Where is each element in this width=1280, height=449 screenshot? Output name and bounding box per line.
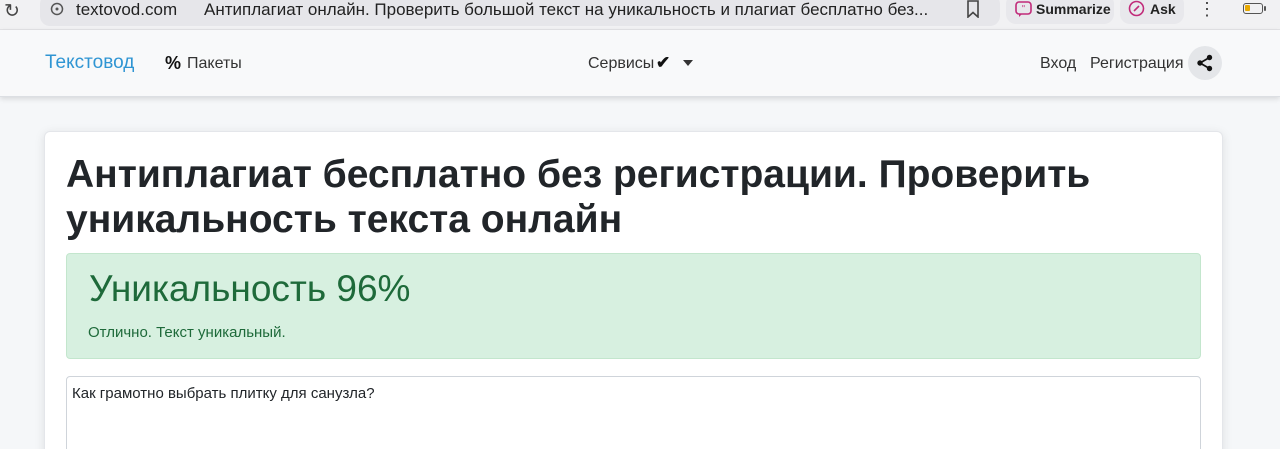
- page-heading: Антиплагиат бесплатно без регистрации. П…: [66, 153, 1091, 241]
- share-icon: [1197, 54, 1213, 72]
- url-domain[interactable]: textovod.com: [76, 0, 177, 20]
- caret-down-icon[interactable]: [683, 60, 693, 66]
- svg-text:": ": [1022, 4, 1026, 13]
- battery-icon: [1243, 3, 1263, 14]
- text-input-value[interactable]: Как грамотно выбрать плитку для санузла?: [72, 385, 375, 403]
- uniqueness-score: Уникальность 96%: [89, 268, 411, 309]
- register-link[interactable]: Регистрация: [1090, 54, 1184, 74]
- summarize-label[interactable]: Summarize: [1036, 0, 1111, 18]
- lock-icon[interactable]: [50, 2, 64, 16]
- bookmark-icon[interactable]: [966, 0, 980, 18]
- packages-link[interactable]: Пакеты: [187, 54, 242, 74]
- tab-page-title: Антиплагиат онлайн. Проверить большой те…: [204, 0, 929, 19]
- ask-label[interactable]: Ask: [1150, 0, 1176, 18]
- login-link[interactable]: Вход: [1040, 54, 1076, 74]
- battery-tip: [1264, 6, 1266, 11]
- share-button[interactable]: [1188, 46, 1222, 80]
- ask-icon: [1128, 0, 1145, 17]
- summarize-icon: ": [1015, 1, 1032, 17]
- services-dropdown[interactable]: Сервисы: [588, 54, 654, 74]
- percent-icon[interactable]: %: [165, 53, 181, 73]
- check-icon[interactable]: ✔: [656, 53, 670, 73]
- brand-logo-link[interactable]: Текстовод: [45, 52, 134, 74]
- reload-icon[interactable]: ↻: [4, 1, 20, 23]
- uniqueness-verdict: Отлично. Текст уникальный.: [88, 324, 286, 341]
- more-menu-icon[interactable]: ⋮: [1198, 0, 1216, 19]
